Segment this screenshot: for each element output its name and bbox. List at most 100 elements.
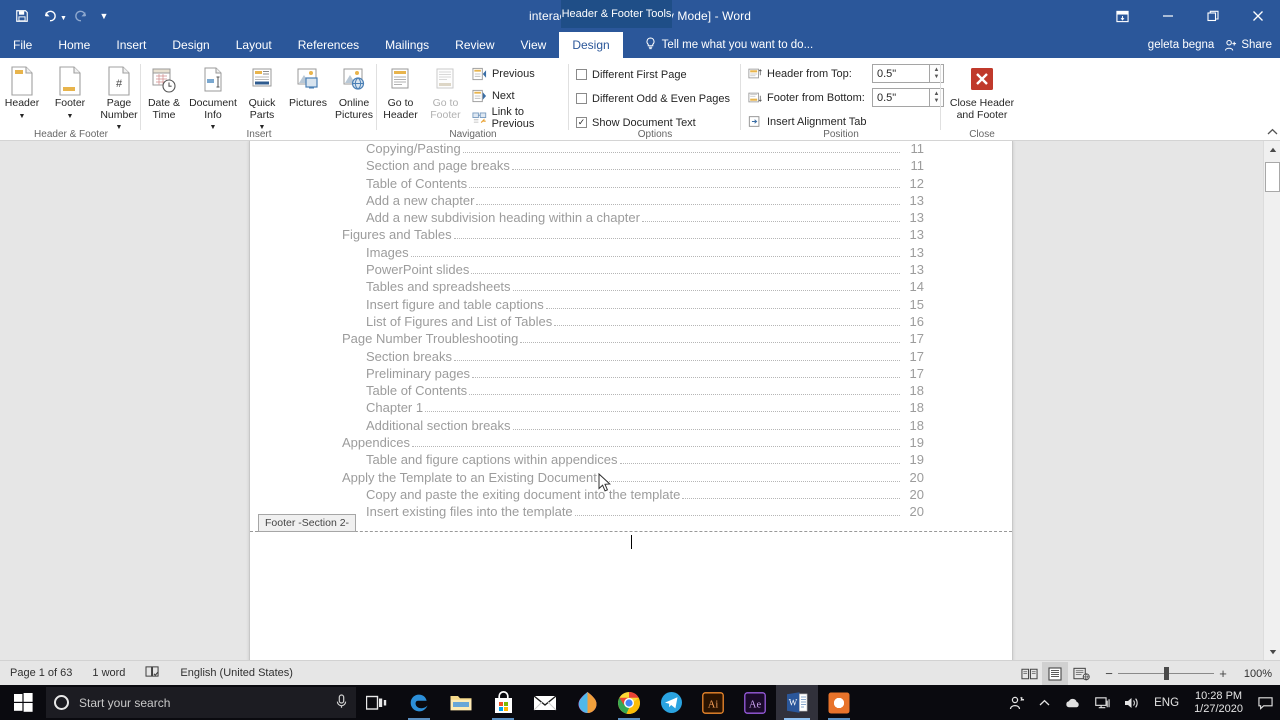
network-icon[interactable] — [1088, 685, 1117, 720]
tab-insert[interactable]: Insert — [103, 32, 159, 58]
language-indicator-tray[interactable]: ENG — [1147, 685, 1186, 720]
header-button[interactable]: Header ▼ — [0, 62, 45, 134]
taskbar-google-chrome[interactable] — [608, 685, 650, 720]
toc-entry[interactable]: Add a new subdivision heading within a c… — [250, 210, 1014, 227]
taskbar-adobe-illustrator[interactable]: Ai — [692, 685, 734, 720]
link-to-previous-button[interactable]: Link to Previous — [472, 106, 568, 130]
pictures-button[interactable]: Pictures — [285, 62, 331, 134]
start-button[interactable] — [0, 685, 46, 720]
toc-entry[interactable]: Insert existing files into the template 2… — [250, 504, 1014, 521]
date-and-time-button[interactable]: Date & Time — [141, 62, 187, 134]
volume-icon[interactable] — [1117, 685, 1147, 720]
tab-layout[interactable]: Layout — [223, 32, 285, 58]
online-pictures-button[interactable]: Online Pictures — [331, 62, 377, 134]
proofing-errors-icon[interactable] — [145, 665, 160, 681]
read-mode-view-button[interactable] — [1016, 662, 1042, 685]
toc-entry[interactable]: Table of Contents 18 — [250, 383, 1014, 400]
footer-from-bottom-setting[interactable]: Footer from Bottom: — [748, 87, 872, 108]
taskbar-orange-app[interactable] — [818, 685, 860, 720]
scroll-up-button[interactable] — [1264, 141, 1280, 158]
go-to-header-button[interactable]: Go to Header — [378, 62, 423, 121]
footer-from-bottom-input[interactable]: 0.5" — [872, 88, 930, 107]
tell-me-search[interactable]: Tell me what you want to do... — [623, 32, 813, 58]
restore-button[interactable] — [1190, 0, 1235, 32]
tab-home[interactable]: Home — [45, 32, 103, 58]
tab-references[interactable]: References — [285, 32, 372, 58]
customize-quick-access-toolbar-icon[interactable]: ▼ — [95, 3, 113, 29]
tab-file[interactable]: File — [0, 32, 46, 58]
toc-entry[interactable]: Tables and spreadsheets 14 — [250, 279, 1014, 296]
toc-entry[interactable]: Copy and paste the exiting document into… — [250, 487, 1014, 504]
clock[interactable]: 10:28 PM 1/27/2020 — [1186, 685, 1251, 720]
zoom-level-label[interactable]: 100% — [1238, 668, 1272, 680]
tab-mailings[interactable]: Mailings — [372, 32, 442, 58]
toc-entry[interactable]: Appendices 19 — [250, 435, 1014, 452]
show-hidden-icons-chevron[interactable] — [1032, 685, 1057, 720]
taskbar-mail[interactable] — [524, 685, 566, 720]
toc-entry[interactable]: Figures and Tables 13 — [250, 227, 1014, 244]
task-view-button[interactable] — [356, 685, 398, 720]
document-info-button[interactable]: Document Info ▼ — [187, 62, 239, 134]
action-center-icon[interactable] — [1251, 685, 1280, 720]
search-box[interactable]: Start your search — [46, 687, 356, 718]
tab-header-footer-design[interactable]: Design — [559, 32, 623, 58]
toc-entry[interactable]: Page Number Troubleshooting 17 — [250, 331, 1014, 348]
taskbar-microsoft-edge[interactable] — [398, 685, 440, 720]
taskbar-microsoft-word[interactable]: W — [776, 685, 818, 720]
close-header-and-footer-button[interactable]: Close Header and Footer — [943, 62, 1021, 121]
header-from-top-input[interactable]: 0.5" — [872, 64, 930, 83]
page-indicator[interactable]: Page 1 of 63 — [10, 667, 72, 679]
word-count[interactable]: 1 word — [92, 667, 125, 679]
previous-button[interactable]: Previous — [472, 63, 568, 84]
tab-design[interactable]: Design — [159, 32, 222, 58]
share-button[interactable]: Share — [1224, 39, 1272, 52]
taskbar-adobe-after-effects[interactable]: Ae — [734, 685, 776, 720]
taskbar-generic-teardrop-app[interactable] — [566, 685, 608, 720]
collapse-ribbon-chevron-icon[interactable] — [1267, 127, 1278, 139]
toc-entry[interactable]: Copying/Pasting 11 — [250, 141, 1014, 158]
footer-button[interactable]: Footer ▼ — [47, 62, 93, 134]
header-dropdown-caret[interactable]: ▼ — [19, 111, 26, 123]
document-page[interactable]: Copying/Pasting 11 Section and page break… — [249, 141, 1013, 660]
user-name-label[interactable]: geleta begna — [1148, 39, 1215, 51]
taskbar-file-explorer[interactable] — [440, 685, 482, 720]
different-odd-even-pages-checkbox[interactable]: Different Odd & Even Pages — [576, 88, 730, 109]
tab-view[interactable]: View — [508, 32, 560, 58]
undo-dropdown-caret[interactable]: ▼ — [60, 15, 67, 22]
toc-entry[interactable]: List of Figures and List of Tables 16 — [250, 314, 1014, 331]
footer-dropdown-caret[interactable]: ▼ — [67, 111, 74, 123]
toc-entry[interactable]: Table and figure captions within appendi… — [250, 452, 1014, 469]
toc-entry[interactable]: Chapter 1 18 — [250, 400, 1014, 417]
taskbar-microsoft-store[interactable] — [482, 685, 524, 720]
toc-entry[interactable]: Insert figure and table captions 15 — [250, 297, 1014, 314]
zoom-out-button[interactable]: − — [1100, 666, 1118, 681]
zoom-in-button[interactable]: + — [1214, 666, 1232, 681]
taskbar-telegram[interactable] — [650, 685, 692, 720]
toc-entry[interactable]: Images 13 — [250, 245, 1014, 262]
different-first-page-checkbox[interactable]: Different First Page — [576, 64, 730, 85]
minimize-button[interactable] — [1145, 0, 1190, 32]
vertical-scrollbar[interactable] — [1263, 141, 1280, 660]
toc-entry[interactable]: PowerPoint slides 13 — [250, 262, 1014, 279]
print-layout-view-button[interactable] — [1042, 662, 1068, 685]
onedrive-cloud-icon[interactable] — [1057, 685, 1088, 720]
toc-entry[interactable]: Preliminary pages 17 — [250, 366, 1014, 383]
tab-review[interactable]: Review — [442, 32, 507, 58]
save-icon[interactable] — [8, 3, 36, 29]
zoom-thumb[interactable] — [1164, 667, 1169, 680]
redo-icon[interactable] — [67, 3, 95, 29]
quick-parts-button[interactable]: Quick Parts ▼ — [239, 62, 285, 134]
page-number-button[interactable]: # Page Number ▼ — [95, 62, 143, 134]
go-to-footer-button[interactable]: Go to Footer — [423, 62, 468, 121]
scrollbar-thumb[interactable] — [1265, 162, 1280, 192]
language-indicator[interactable]: English (United States) — [180, 667, 293, 679]
toc-entry[interactable]: Additional section breaks 18 — [250, 418, 1014, 435]
zoom-slider[interactable]: − + — [1100, 666, 1232, 681]
web-layout-view-button[interactable] — [1068, 662, 1094, 685]
next-button[interactable]: Next — [472, 85, 568, 106]
toc-entry[interactable]: Add a new chapter 13 — [250, 193, 1014, 210]
close-button[interactable] — [1235, 0, 1280, 32]
microphone-icon[interactable] — [335, 693, 348, 712]
zoom-track[interactable] — [1118, 667, 1214, 680]
ribbon-display-options-icon[interactable] — [1100, 0, 1145, 32]
